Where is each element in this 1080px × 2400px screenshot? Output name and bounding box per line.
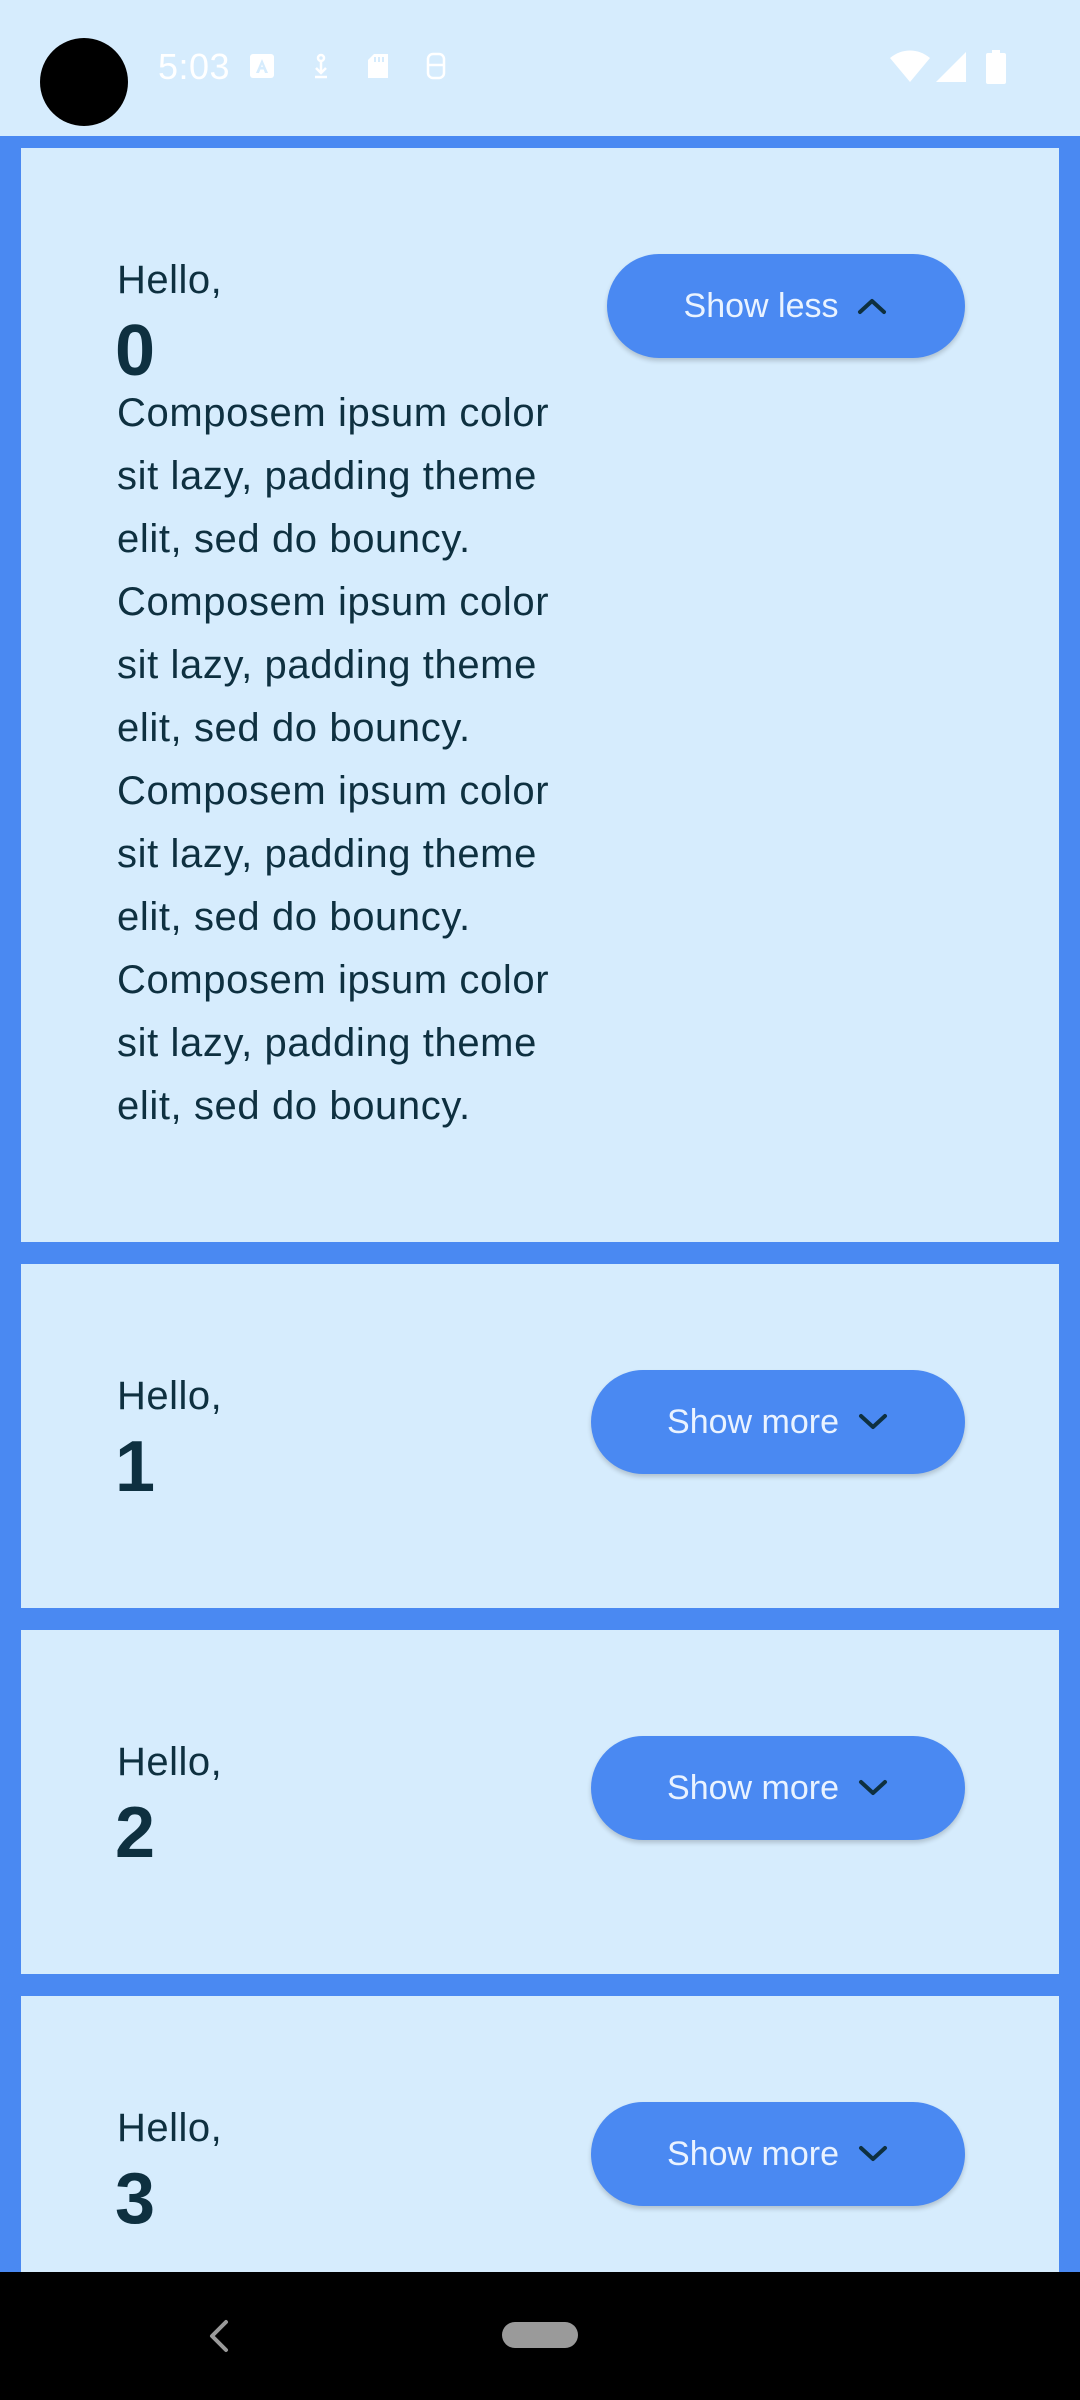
download-icon xyxy=(315,53,327,79)
body-line: Composem ipsum color xyxy=(117,391,550,435)
card-number: 0 xyxy=(115,311,156,391)
card-1: Hello, 1 Show more xyxy=(21,1264,1059,1608)
status-time: 5:03 xyxy=(158,46,231,87)
greeting: Hello, xyxy=(117,258,223,302)
card-body-text: Composem ipsum color sit lazy, padding t… xyxy=(117,382,637,1138)
chevron-down-icon xyxy=(858,1414,887,1429)
card-0: Hello, 0 Composem ipsum color sit lazy, … xyxy=(21,148,1059,1242)
show-more-button[interactable]: Show more xyxy=(591,1736,965,1840)
button-label: Show more xyxy=(667,2134,839,2173)
greeting: Hello, xyxy=(117,1374,223,1418)
button-label: Show more xyxy=(667,1402,839,1441)
card-number: 3 xyxy=(115,2159,156,2239)
wifi-icon xyxy=(890,50,930,82)
card-number: 1 xyxy=(115,1427,156,1507)
chevron-down-icon xyxy=(858,1780,887,1795)
card-number: 2 xyxy=(115,1793,156,1873)
button-label: Show more xyxy=(667,1768,839,1807)
body-line: elit, sed do bouncy. xyxy=(117,517,471,561)
card-3: Hello, 3 Show more xyxy=(21,1996,1059,2272)
body-line: sit lazy, padding theme xyxy=(117,1021,537,1065)
body-line: Composem ipsum color xyxy=(117,958,550,1002)
body-line: elit, sed do bouncy. xyxy=(117,1084,471,1128)
chevron-up-icon xyxy=(858,299,887,314)
card-2: Hello, 2 Show more xyxy=(21,1630,1059,1974)
home-pill[interactable] xyxy=(502,2322,578,2348)
camera-cutout xyxy=(40,38,128,126)
navigation-bar xyxy=(0,2272,1080,2400)
body-line: elit, sed do bouncy. xyxy=(117,895,471,939)
show-less-button[interactable]: Show less xyxy=(607,254,965,358)
button-label: Show less xyxy=(683,286,839,325)
back-icon[interactable] xyxy=(206,2316,230,2356)
body-line: Composem ipsum color xyxy=(117,580,550,624)
body-line: elit, sed do bouncy. xyxy=(117,706,471,750)
greeting: Hello, xyxy=(117,1740,223,1784)
greeting: Hello, xyxy=(117,2106,223,2150)
body-line: Composem ipsum color xyxy=(117,769,550,813)
status-bar: 5:03 xyxy=(0,0,1080,136)
show-more-button[interactable]: Show more xyxy=(591,1370,965,1474)
sd-card-icon xyxy=(368,54,388,78)
card-list[interactable]: Hello, 0 Composem ipsum color sit lazy, … xyxy=(0,136,1080,2272)
chevron-down-icon xyxy=(858,2146,887,2161)
text-a-icon xyxy=(250,54,274,78)
signal-icon xyxy=(936,52,966,82)
body-line: sit lazy, padding theme xyxy=(117,643,537,687)
data-saver-icon xyxy=(426,52,446,80)
body-line: sit lazy, padding theme xyxy=(117,454,537,498)
show-more-button[interactable]: Show more xyxy=(591,2102,965,2206)
battery-icon xyxy=(986,50,1006,84)
body-line: sit lazy, padding theme xyxy=(117,832,537,876)
